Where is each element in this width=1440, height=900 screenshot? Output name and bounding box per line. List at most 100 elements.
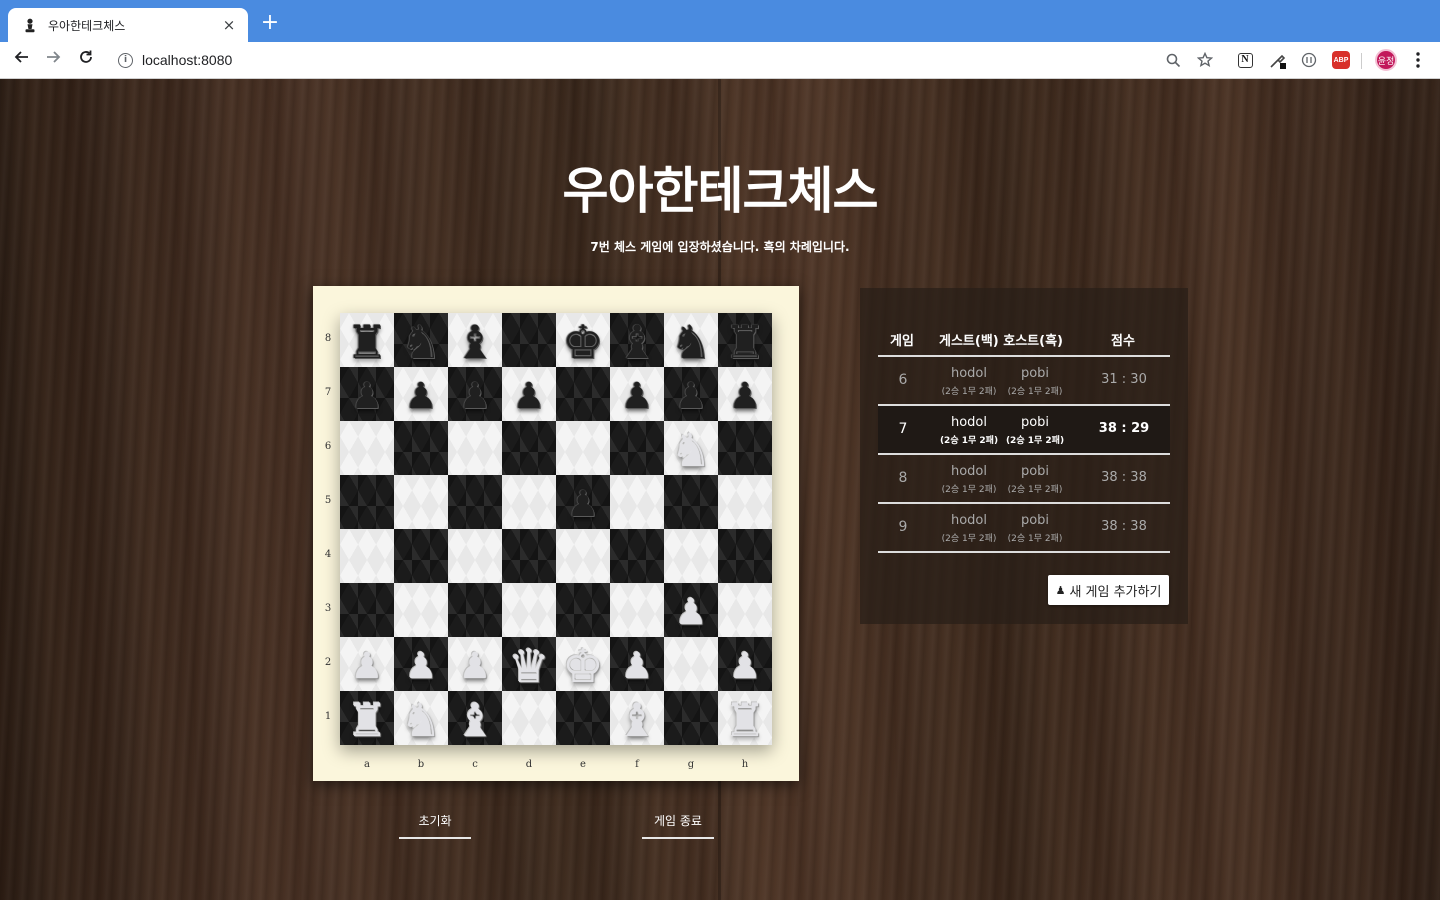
black-pawn-icon[interactable]: ♟ — [405, 379, 437, 415]
square-g7[interactable]: ♟ — [664, 367, 718, 421]
square-b2[interactable]: ♟ — [394, 637, 448, 691]
square-b7[interactable]: ♟ — [394, 367, 448, 421]
white-bishop-icon[interactable]: ♝ — [616, 697, 657, 743]
reload-icon[interactable] — [74, 49, 98, 71]
square-a4[interactable] — [340, 529, 394, 583]
bookmark-star-icon[interactable] — [1195, 50, 1215, 70]
square-a3[interactable] — [340, 583, 394, 637]
black-pawn-icon[interactable]: ♟ — [459, 379, 491, 415]
square-h5[interactable] — [718, 475, 772, 529]
white-knight-icon[interactable]: ♞ — [670, 427, 711, 473]
square-f7[interactable]: ♟ — [610, 367, 664, 421]
site-info-icon[interactable]: i — [118, 53, 133, 68]
white-pawn-icon[interactable]: ♟ — [675, 595, 707, 631]
square-g1[interactable] — [664, 691, 718, 745]
square-a5[interactable] — [340, 475, 394, 529]
adblock-extension-icon[interactable]: ABP — [1331, 50, 1351, 70]
black-pawn-icon[interactable]: ♟ — [729, 379, 761, 415]
square-b8[interactable]: ♞ — [394, 313, 448, 367]
square-b6[interactable] — [394, 421, 448, 475]
square-d3[interactable] — [502, 583, 556, 637]
square-d5[interactable] — [502, 475, 556, 529]
white-pawn-icon[interactable]: ♟ — [405, 649, 437, 685]
game-row[interactable]: 8 hodol (2승 1무 2패) pobi (2승 1무 2패) 38 : 38 — [878, 455, 1170, 504]
profile-avatar[interactable]: 윤정 — [1374, 48, 1398, 72]
white-pawn-icon[interactable]: ♟ — [459, 649, 491, 685]
square-e3[interactable] — [556, 583, 610, 637]
square-f8[interactable]: ♝ — [610, 313, 664, 367]
square-e6[interactable] — [556, 421, 610, 475]
square-c2[interactable]: ♟ — [448, 637, 502, 691]
white-king-icon[interactable]: ♚ — [562, 643, 603, 689]
square-g6[interactable]: ♞ — [664, 421, 718, 475]
address-bar[interactable]: i localhost:8080 — [108, 46, 1202, 75]
square-a2[interactable]: ♟ — [340, 637, 394, 691]
square-a6[interactable] — [340, 421, 394, 475]
black-knight-icon[interactable]: ♞ — [400, 319, 441, 365]
square-c6[interactable] — [448, 421, 502, 475]
browser-menu-icon[interactable] — [1408, 50, 1428, 70]
black-rook-icon[interactable]: ♜ — [346, 319, 387, 365]
black-bishop-icon[interactable]: ♝ — [454, 319, 495, 365]
back-arrow-icon[interactable] — [9, 49, 33, 71]
square-e5[interactable]: ♟ — [556, 475, 610, 529]
black-knight-icon[interactable]: ♞ — [670, 319, 711, 365]
square-d7[interactable]: ♟ — [502, 367, 556, 421]
new-tab-button[interactable]: + — [258, 12, 282, 36]
extension-circle-icon[interactable] — [1299, 50, 1319, 70]
game-row[interactable]: 9 hodol (2승 1무 2패) pobi (2승 1무 2패) 38 : 38 — [878, 504, 1170, 553]
white-knight-icon[interactable]: ♞ — [400, 697, 441, 743]
square-c5[interactable] — [448, 475, 502, 529]
square-a1[interactable]: ♜ — [340, 691, 394, 745]
square-c3[interactable] — [448, 583, 502, 637]
square-g3[interactable]: ♟ — [664, 583, 718, 637]
square-g5[interactable] — [664, 475, 718, 529]
square-e7[interactable] — [556, 367, 610, 421]
square-f5[interactable] — [610, 475, 664, 529]
white-pawn-icon[interactable]: ♟ — [621, 649, 653, 685]
square-f3[interactable] — [610, 583, 664, 637]
square-b5[interactable] — [394, 475, 448, 529]
square-f1[interactable]: ♝ — [610, 691, 664, 745]
browser-tab[interactable]: 우아한테크체스 × — [8, 8, 248, 42]
square-b4[interactable] — [394, 529, 448, 583]
black-king-icon[interactable]: ♚ — [562, 319, 603, 365]
square-e4[interactable] — [556, 529, 610, 583]
square-g8[interactable]: ♞ — [664, 313, 718, 367]
square-h4[interactable] — [718, 529, 772, 583]
square-e2[interactable]: ♚ — [556, 637, 610, 691]
white-pawn-icon[interactable]: ♟ — [729, 649, 761, 685]
game-row[interactable]: 7 hodol (2승 1무 2패) pobi (2승 1무 2패) 38 : 29 — [878, 406, 1170, 455]
close-tab-icon[interactable]: × — [220, 16, 238, 34]
black-pawn-icon[interactable]: ♟ — [513, 379, 545, 415]
eyedropper-extension-icon[interactable] — [1268, 50, 1288, 70]
black-pawn-icon[interactable]: ♟ — [621, 379, 653, 415]
square-a7[interactable]: ♟ — [340, 367, 394, 421]
square-f2[interactable]: ♟ — [610, 637, 664, 691]
white-bishop-icon[interactable]: ♝ — [454, 697, 495, 743]
square-c8[interactable]: ♝ — [448, 313, 502, 367]
add-game-button[interactable]: ♟ 새 게임 추가하기 — [1048, 575, 1169, 605]
square-h6[interactable] — [718, 421, 772, 475]
square-h8[interactable]: ♜ — [718, 313, 772, 367]
square-e8[interactable]: ♚ — [556, 313, 610, 367]
white-pawn-icon[interactable]: ♟ — [351, 649, 383, 685]
square-a8[interactable]: ♜ — [340, 313, 394, 367]
end-game-button[interactable]: 게임 종료 — [642, 812, 714, 839]
square-g4[interactable] — [664, 529, 718, 583]
black-rook-icon[interactable]: ♜ — [724, 319, 765, 365]
square-c4[interactable] — [448, 529, 502, 583]
square-d2[interactable]: ♛ — [502, 637, 556, 691]
white-rook-icon[interactable]: ♜ — [346, 697, 387, 743]
forward-arrow-icon[interactable] — [42, 49, 66, 71]
square-h7[interactable]: ♟ — [718, 367, 772, 421]
white-queen-icon[interactable]: ♛ — [508, 643, 549, 689]
square-f6[interactable] — [610, 421, 664, 475]
reset-button[interactable]: 초기화 — [399, 812, 471, 839]
square-d8[interactable] — [502, 313, 556, 367]
square-b1[interactable]: ♞ — [394, 691, 448, 745]
black-pawn-icon[interactable]: ♟ — [675, 379, 707, 415]
square-e1[interactable] — [556, 691, 610, 745]
zoom-search-icon[interactable] — [1163, 50, 1183, 70]
square-g2[interactable] — [664, 637, 718, 691]
